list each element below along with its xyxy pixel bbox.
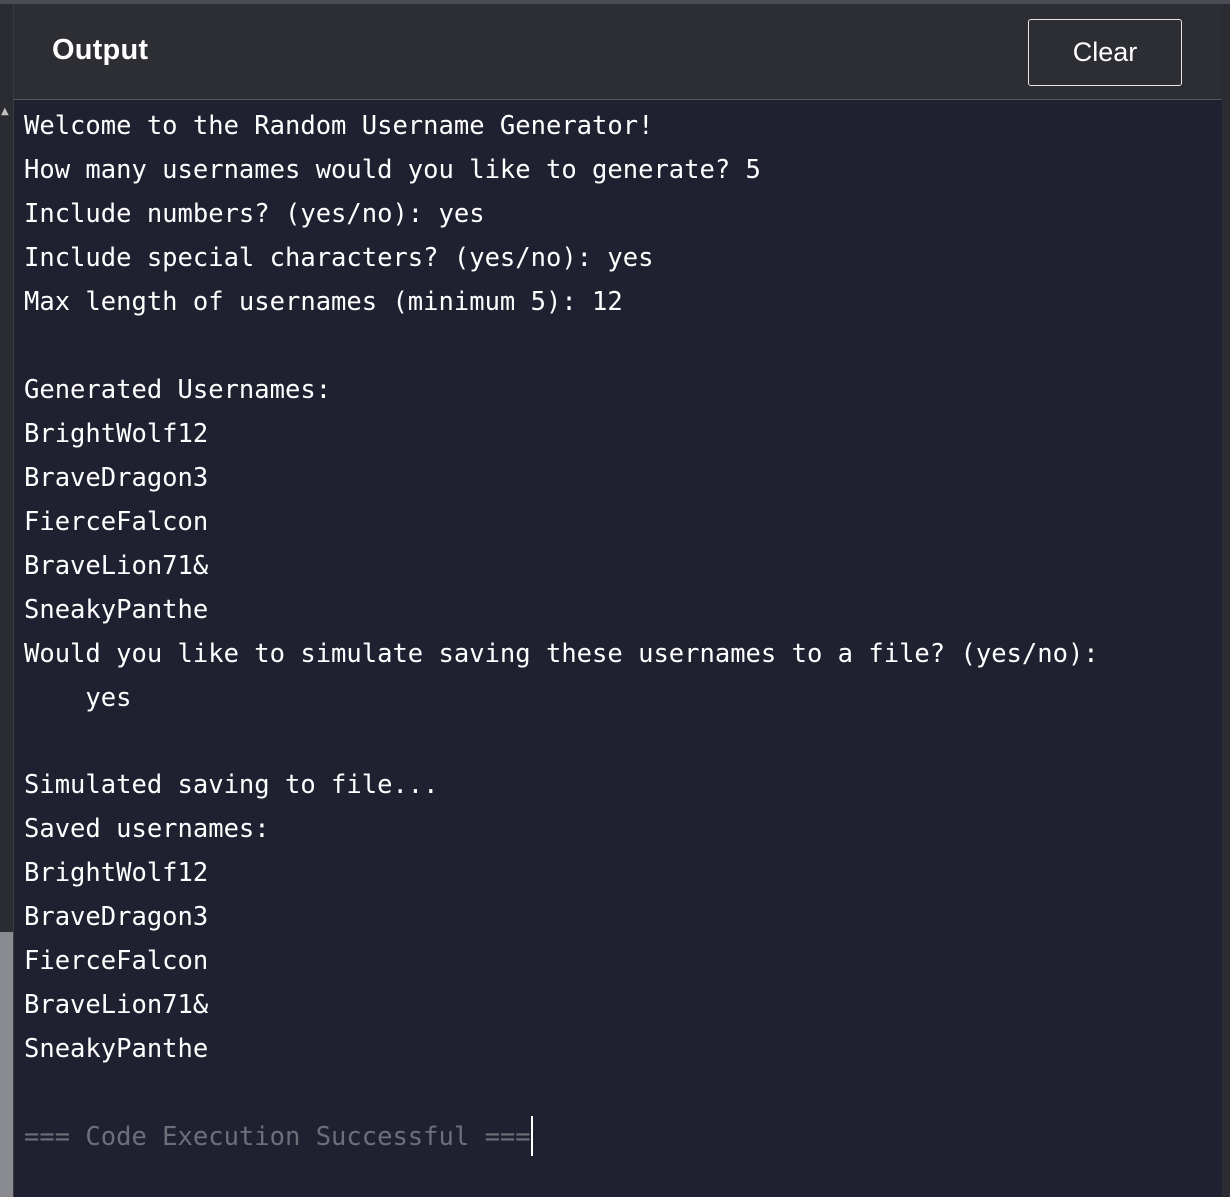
console-line: FierceFalcon [24,946,209,976]
output-panel: ▲ Output Clear Welcome to the Random Use… [0,0,1230,1197]
console-line: How many usernames would you like to gen… [24,155,761,185]
text-cursor [530,1116,533,1156]
output-title: Output [52,34,149,66]
clear-button[interactable]: Clear [1028,19,1182,86]
console-line: FierceFalcon [24,507,209,537]
output-header: Output Clear [14,4,1222,100]
console-line: Max length of usernames (minimum 5): 12 [24,287,623,317]
success-message: === Code Execution Successful === [24,1122,531,1152]
console-input-line[interactable]: === Code Execution Successful === [24,1115,1220,1159]
console-line: Include numbers? (yes/no): yes [24,199,485,229]
console-line: SneakyPanthe [24,595,209,625]
console-line: BraveLion71& [24,990,209,1020]
console-line: Saved usernames: [24,814,270,844]
right-border [1222,4,1230,1197]
console-line: Generated Usernames: [24,375,332,405]
console-line: Include special characters? (yes/no): ye… [24,243,654,273]
console-line: Welcome to the Random Username Generator… [24,111,654,141]
scrollbar-track[interactable]: ▲ [0,4,14,1197]
scrollbar-thumb[interactable] [0,932,13,1197]
console-line: BraveLion71& [24,551,209,581]
console-line: SneakyPanthe [24,1034,209,1064]
console-line: BraveDragon3 [24,463,209,493]
console-line: Simulated saving to file... [24,770,439,800]
console-line: BraveDragon3 [24,902,209,932]
scroll-up-arrow-icon[interactable]: ▲ [1,107,9,117]
console-line: BrightWolf12 [24,419,209,449]
console-line: yes [24,683,132,713]
console-line: BrightWolf12 [24,858,209,888]
console-output: Welcome to the Random Username Generator… [24,104,1220,1159]
console-line: Would you like to simulate saving these … [24,639,1099,669]
